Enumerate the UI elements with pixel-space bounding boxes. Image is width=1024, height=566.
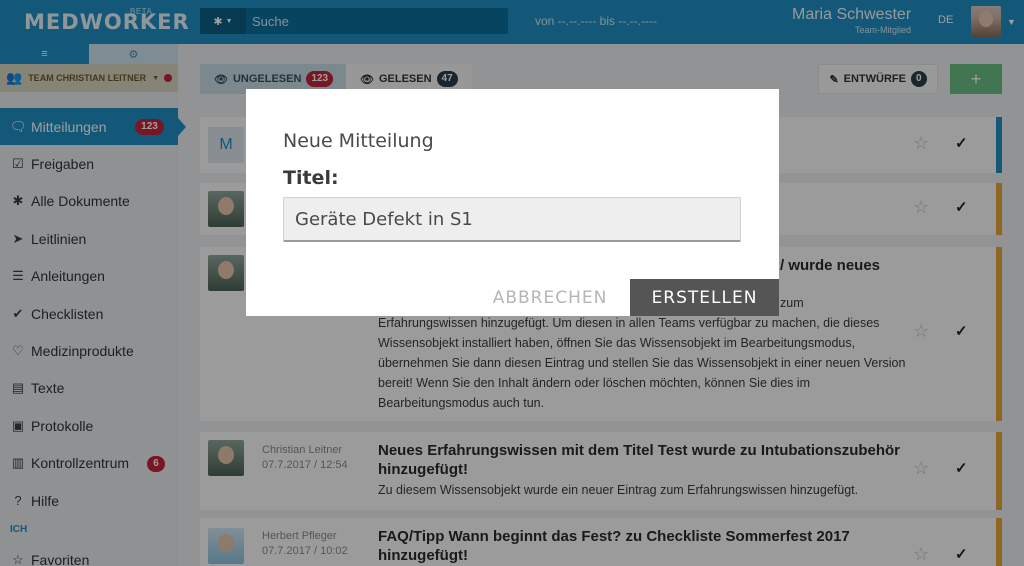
title-field-label: Titel: xyxy=(283,167,339,189)
new-message-dialog: Neue Mitteilung Titel: ABBRECHEN ERSTELL… xyxy=(246,89,779,316)
cancel-button[interactable]: ABBRECHEN xyxy=(490,279,610,316)
title-input[interactable] xyxy=(283,197,741,242)
dialog-title: Neue Mitteilung xyxy=(283,130,434,152)
create-button[interactable]: ERSTELLEN xyxy=(630,279,779,316)
